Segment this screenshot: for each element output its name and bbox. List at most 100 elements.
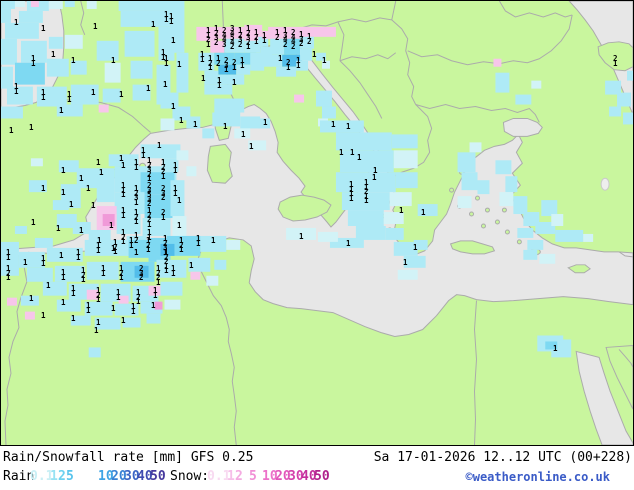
precip-cell bbox=[116, 214, 141, 234]
weather-map: 1111 11111 11 11 11111 11 1111111 1 2 11… bbox=[0, 0, 634, 446]
precip-cell bbox=[172, 216, 187, 238]
precip-cell bbox=[202, 128, 215, 139]
precip-cell bbox=[160, 281, 183, 296]
precip-cell bbox=[36, 86, 67, 107]
precip-cell bbox=[457, 196, 472, 209]
valid-datetime: Sa 17-01-2026 12..12 UTC (00+228) bbox=[373, 450, 632, 465]
precip-cell bbox=[122, 317, 141, 328]
precip-cell bbox=[164, 299, 181, 310]
precip-cell bbox=[417, 204, 438, 217]
precip-cell bbox=[623, 112, 633, 125]
precip-cell bbox=[395, 172, 418, 189]
precip-cell bbox=[48, 1, 63, 9]
precip-cell bbox=[42, 281, 67, 296]
precip-cell bbox=[294, 94, 305, 103]
precip-cell bbox=[393, 150, 418, 169]
product-title: Rain/Snowfall rate [mm] GFS 0.25 bbox=[3, 450, 254, 465]
precip-cell bbox=[124, 30, 155, 57]
precip-cell bbox=[1, 38, 17, 65]
precip-cell bbox=[244, 40, 261, 53]
aegean-islet bbox=[480, 223, 486, 229]
precip-cell bbox=[296, 60, 309, 71]
precip-cell bbox=[321, 60, 330, 69]
rain-scale-value: 2 bbox=[58, 469, 66, 484]
precip-cell bbox=[120, 10, 171, 27]
precip-cell bbox=[218, 26, 245, 39]
precip-cell bbox=[14, 1, 25, 7]
precip-cell bbox=[515, 94, 532, 105]
precip-cell bbox=[493, 58, 502, 67]
precip-cell bbox=[162, 158, 179, 173]
precip-cell bbox=[541, 200, 558, 217]
precip-cell bbox=[527, 239, 544, 250]
precip-cell bbox=[268, 26, 287, 39]
precip-cell bbox=[1, 8, 11, 23]
precip-cell bbox=[96, 186, 115, 203]
precip-cell bbox=[64, 34, 83, 49]
precip-cell bbox=[226, 239, 241, 250]
aegean-islet bbox=[501, 207, 507, 213]
precip-cell bbox=[341, 192, 390, 211]
precip-cell bbox=[270, 54, 283, 67]
aegean-islet bbox=[469, 211, 475, 217]
precip-cell bbox=[413, 239, 428, 250]
precip-cell bbox=[461, 172, 478, 191]
precip-cell bbox=[583, 233, 594, 242]
precip-cell bbox=[218, 74, 245, 85]
copyright-link[interactable]: ©weatheronline.co.uk bbox=[466, 470, 611, 484]
precip-cell bbox=[551, 214, 564, 226]
rain-scale-value: 5 bbox=[66, 469, 74, 484]
precip-cell bbox=[1, 106, 23, 119]
precip-cell bbox=[200, 235, 227, 252]
precip-cell bbox=[627, 70, 633, 81]
precip-cell bbox=[335, 172, 396, 193]
precip-cell bbox=[210, 40, 225, 53]
precip-cell bbox=[204, 84, 233, 95]
aegean-islet bbox=[516, 239, 522, 245]
precip-cell bbox=[48, 36, 63, 49]
precip-cell bbox=[286, 227, 317, 240]
precip-cell bbox=[52, 200, 69, 211]
aegean-islet bbox=[494, 219, 500, 225]
precip-cell bbox=[86, 261, 119, 280]
snow-scale-value: 5 bbox=[249, 469, 257, 484]
precip-cell bbox=[457, 152, 476, 173]
precip-cell bbox=[316, 90, 332, 107]
precip-cell bbox=[1, 241, 19, 276]
aegean-islet bbox=[484, 207, 490, 213]
precip-cell bbox=[18, 10, 43, 23]
precip-cell bbox=[517, 227, 534, 238]
precip-cell bbox=[300, 48, 313, 61]
precip-cell bbox=[114, 192, 145, 215]
precip-cell bbox=[6, 86, 33, 105]
precip-cell bbox=[134, 265, 149, 278]
precip-cell bbox=[469, 142, 482, 153]
precip-cell bbox=[4, 22, 39, 39]
precip-cell bbox=[335, 132, 392, 151]
precip-cell bbox=[284, 38, 301, 55]
precip-cell bbox=[30, 158, 43, 167]
precip-cell bbox=[397, 269, 418, 280]
precip-cell bbox=[88, 347, 101, 358]
precip-cell bbox=[495, 160, 512, 175]
precip-cell bbox=[539, 253, 556, 264]
precip-cell bbox=[170, 180, 185, 217]
precip-cell bbox=[102, 214, 115, 226]
precip-cell bbox=[495, 72, 510, 93]
precip-cell bbox=[158, 26, 175, 61]
precip-cell bbox=[142, 218, 171, 236]
precip-cell bbox=[617, 92, 632, 107]
precip-cell bbox=[317, 231, 338, 242]
precip-cell bbox=[102, 88, 121, 103]
precip-cell bbox=[391, 134, 418, 149]
precip-cell bbox=[76, 168, 115, 189]
rain-scale-value: 1 bbox=[50, 469, 58, 484]
precip-cell bbox=[234, 128, 251, 139]
map-canvas bbox=[1, 1, 633, 445]
precip-cell bbox=[46, 58, 69, 77]
precip-cell bbox=[96, 40, 119, 61]
snow-scale-label: Snow: bbox=[170, 469, 210, 484]
precip-cell bbox=[14, 225, 27, 234]
precip-cell bbox=[545, 341, 558, 350]
precip-cell bbox=[176, 52, 189, 93]
